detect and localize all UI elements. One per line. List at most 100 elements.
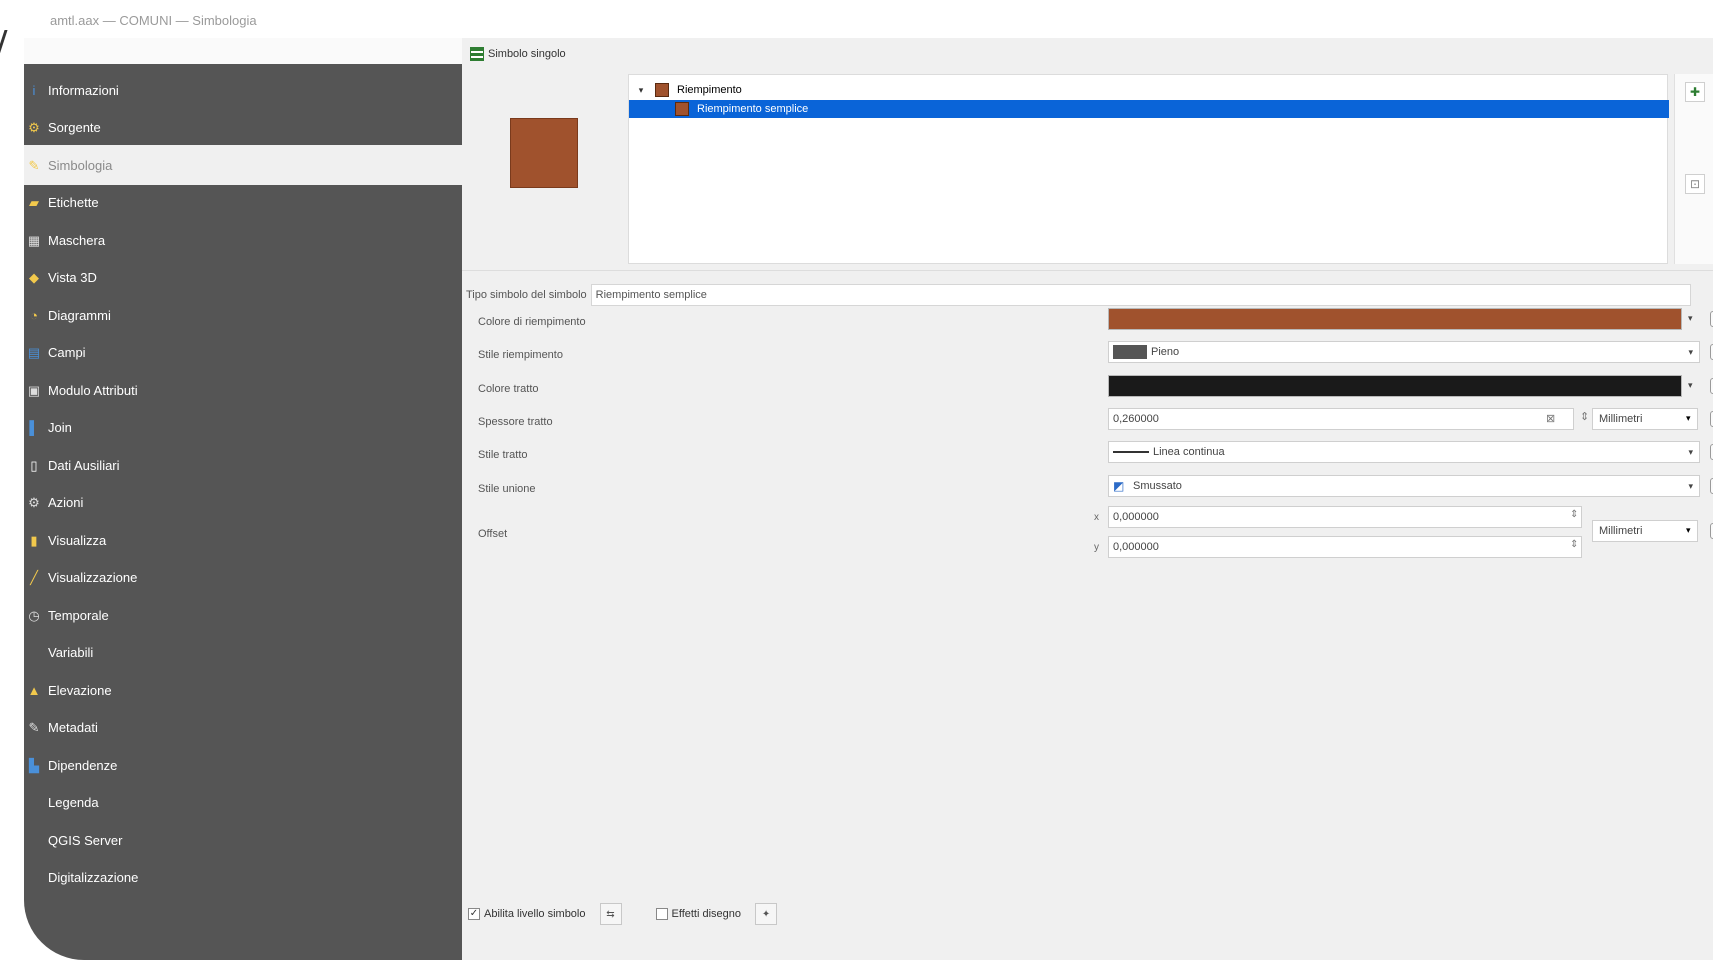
sidebar-item-dati-ausiliari[interactable]: ▯ Dati Ausiliari <box>24 445 462 485</box>
sidebar-item-dipendenze[interactable]: ▙ Dipendenze <box>24 745 462 785</box>
bottom-options: ✓ Abilita livello simbolo ⇆ Effetti dise… <box>462 900 1713 928</box>
tree-row-fill[interactable]: ▾ Riempimento <box>629 81 1669 99</box>
sidebar-item-visualizzazione[interactable]: ╱ Visualizzazione <box>24 558 462 598</box>
add-layer-button[interactable]: ✚ <box>1685 82 1705 102</box>
sidebar-item-label: Elevazione <box>48 682 112 698</box>
sidebar-item-qgis-server[interactable]: QGIS Server <box>24 820 462 860</box>
sidebar-item-join[interactable]: ▌ Join <box>24 408 462 448</box>
stroke-style-row: Linea continua ▾ ⇆ <box>1108 441 1713 465</box>
chevron-down-icon[interactable]: ▾ <box>1688 313 1693 324</box>
spin-arrows-icon[interactable]: ⇕ <box>1580 410 1589 423</box>
sidebar-item-label: Etichette <box>48 195 99 210</box>
sidebar-item-etichette[interactable]: ▰ Etichette <box>24 183 462 223</box>
stroke-color-button[interactable] <box>1108 375 1682 397</box>
sidebar-item-variabili[interactable]: Variabili <box>24 633 462 673</box>
attributes-form-icon: ▣ <box>27 382 41 398</box>
sidebar-item-simbologia[interactable]: ✎ Simbologia <box>24 145 462 185</box>
tree-row-label: Riempimento semplice <box>697 103 809 115</box>
symbology-icon: ✎ <box>28 157 40 173</box>
fill-style-select[interactable]: Pieno ▾ <box>1108 341 1700 363</box>
enable-layer-override-button[interactable]: ⇆ <box>599 903 622 925</box>
stroke-width-input[interactable]: 0,260000 <box>1108 408 1574 430</box>
symbology-panel: Simbolo singolo ▾ Riempimento Riempiment… <box>462 38 1713 960</box>
sidebar-item-label: Dipendenze <box>48 757 118 773</box>
symbol-layer-tree: ▾ Riempimento Riempimento semplice <box>628 74 1669 264</box>
tree-row-simple-fill[interactable]: Riempimento semplice <box>629 100 1669 118</box>
divider <box>462 270 1713 271</box>
sidebar-item-sorgente[interactable]: ⚙ Sorgente <box>24 108 462 148</box>
sidebar-item-metadati[interactable]: ✎ Metadati <box>24 708 462 748</box>
sidebar-item-label: Dati Ausiliari <box>48 457 120 473</box>
stroke-style-select[interactable]: Linea continua ▾ <box>1108 441 1700 463</box>
display-icon: ▮ <box>30 532 38 548</box>
sidebar-item-diagrammi[interactable]: ◔ Diagrammi <box>24 295 462 335</box>
solid-line-icon <box>1113 451 1149 453</box>
sidebar-item-campi[interactable]: ▤ Campi <box>24 333 462 373</box>
renderer-mode-dropdown[interactable]: Simbolo singolo <box>470 44 566 64</box>
offset-y-label: y <box>1094 542 1099 553</box>
dependencies-icon: ▙ <box>29 757 39 773</box>
collapse-icon[interactable]: ▾ <box>635 85 647 96</box>
enable-layer-label: Abilita livello simbolo <box>484 908 586 920</box>
fill-color-row: ▾ ⇆ <box>1108 308 1713 332</box>
join-style-select[interactable]: ◩ Smussato ▾ <box>1108 475 1700 497</box>
symbol-layer-type-row: Tipo simbolo del simbolo Riempimento sem… <box>466 284 1691 306</box>
actions-icon: ⚙ <box>28 495 40 510</box>
labels-icon: ▰ <box>29 195 39 210</box>
join-icon: ▌ <box>29 420 39 435</box>
symbol-layer-type-select[interactable]: Riempimento semplice <box>590 284 1691 306</box>
draw-effects-checkbox[interactable] <box>655 908 668 920</box>
sidebar-item-modulo-attributi[interactable]: ▣ Modulo Attributi <box>24 370 462 410</box>
window-edge <box>0 30 13 58</box>
sidebar-item-vista-3d[interactable]: ◆ Vista 3D <box>24 258 462 298</box>
sidebar-item-label: Azioni <box>48 495 84 510</box>
sidebar-item-informazioni[interactable]: i Informazioni <box>24 70 462 110</box>
renderer-mode-label: Simbolo singolo <box>488 48 566 60</box>
simple-fill-swatch-icon <box>675 102 689 116</box>
draw-effects-settings-button[interactable]: ✦ <box>755 903 778 925</box>
chevron-down-icon: ▾ <box>1688 346 1693 357</box>
offset-x-input[interactable]: 0,000000 <box>1108 506 1582 528</box>
layer-tools: ✚ ⊡ <box>1674 74 1713 264</box>
spin-arrows-icon[interactable]: ⇕ <box>1570 539 1578 550</box>
stroke-color-label: Colore tratto <box>478 383 539 395</box>
stroke-width-unit-select[interactable]: Millimetri <box>1592 408 1698 430</box>
sidebar-item-maschera[interactable]: ▦ Maschera <box>24 220 462 260</box>
diagrams-icon: ◔ <box>30 307 38 323</box>
single-symbol-icon <box>470 47 484 61</box>
enable-layer-checkbox[interactable]: ✓ <box>468 908 480 920</box>
offset-unit-select[interactable]: Millimetri <box>1592 520 1698 542</box>
symbol-preview <box>510 118 578 188</box>
clear-icon[interactable]: ⊠ <box>1546 412 1555 425</box>
offset-x-label: x <box>1094 512 1099 523</box>
data-defined-override-icon: ⇆ <box>606 908 615 920</box>
join-style-value: Smussato <box>1133 480 1182 492</box>
stroke-width-label: Spessore tratto <box>478 416 553 428</box>
properties-dialog: i Informazioni ⚙ Sorgente ✎ Simbologia ▰ Etiche… <box>24 38 1713 960</box>
sidebar-item-label: Visualizza <box>48 532 107 548</box>
sidebar-item-elevazione[interactable]: ▲ Elevazione <box>24 670 462 710</box>
chevron-down-icon[interactable]: ▾ <box>1688 380 1693 391</box>
tree-row-label: Riempimento <box>677 84 742 96</box>
stroke-width-row: 0,260000 ⊠ ⇕ Millimetri ▾ ⇆ <box>1108 408 1713 432</box>
sidebar-item-legenda[interactable]: Legenda <box>24 783 462 823</box>
sidebar-item-label: Metadati <box>48 720 98 735</box>
sidebar-item-label: Join <box>48 420 72 435</box>
sidebar-item-label: Sorgente <box>48 120 101 135</box>
sidebar: i Informazioni ⚙ Sorgente ✎ Simbologia ▰ Etiche… <box>24 38 462 960</box>
metadata-icon: ✎ <box>28 720 40 735</box>
join-style-row: ◩ Smussato ▾ ⇆ <box>1108 475 1713 499</box>
sidebar-item-label: Informazioni <box>48 82 119 98</box>
fill-swatch-icon <box>655 83 669 97</box>
draw-effects-label: Effetti disegno <box>671 908 742 920</box>
spin-arrows-icon[interactable]: ⇕ <box>1570 509 1578 520</box>
offset-y-input[interactable]: 0,000000 <box>1108 536 1582 558</box>
lock-layer-button[interactable]: ⊡ <box>1685 174 1705 194</box>
sidebar-item-label: Visualizzazione <box>48 570 138 585</box>
sidebar-item-azioni[interactable]: ⚙ Azioni <box>24 483 462 523</box>
fill-color-button[interactable] <box>1108 308 1682 330</box>
sidebar-item-digitalizzazione[interactable]: Digitalizzazione <box>24 858 462 898</box>
sidebar-item-visualizza[interactable]: ▮ Visualizza <box>24 520 462 560</box>
sidebar-item-temporale[interactable]: ◷ Temporale <box>24 595 462 635</box>
sidebar-item-label: Vista 3D <box>48 270 97 285</box>
